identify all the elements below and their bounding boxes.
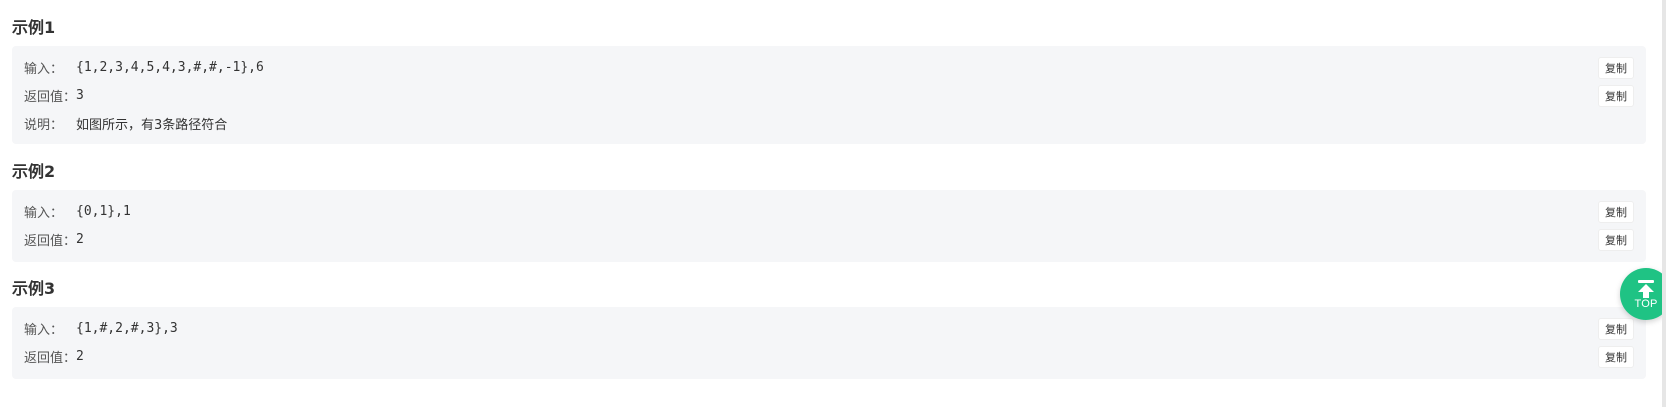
return-label: 返回值： (24, 89, 77, 105)
input-label: 输入： (24, 322, 64, 338)
copy-return-button[interactable]: 复制 (1598, 229, 1634, 251)
input-value: {1,#,2,#,3},3 (76, 320, 178, 336)
example-2-title: 示例2 (12, 162, 56, 181)
copy-return-button[interactable]: 复制 (1598, 85, 1634, 107)
copy-input-button[interactable]: 复制 (1598, 57, 1634, 79)
example-3-return-row: 返回值： 2 复制 (24, 341, 1646, 371)
return-value: 2 (76, 231, 84, 247)
input-label: 输入： (24, 205, 64, 221)
copy-input-button[interactable]: 复制 (1598, 201, 1634, 223)
example-1-input-row: 输入： {1,2,3,4,5,4,3,#,#,-1},6 复制 (24, 52, 1646, 82)
return-label: 返回值： (24, 350, 77, 366)
example-2-box: 输入： {0,1},1 复制 返回值： 2 复制 (12, 190, 1646, 262)
page: 示例1 输入： {1,2,3,4,5,4,3,#,#,-1},6 复制 返回值：… (0, 0, 1666, 407)
example-2-input-row: 输入： {0,1},1 复制 (24, 196, 1646, 226)
back-to-top-button[interactable]: TOP (1620, 268, 1666, 320)
copy-return-button[interactable]: 复制 (1598, 346, 1634, 368)
example-2-return-row: 返回值： 2 复制 (24, 224, 1646, 254)
explain-label: 说明： (24, 117, 64, 133)
copy-input-button[interactable]: 复制 (1598, 318, 1634, 340)
scrollbar-track[interactable] (1662, 0, 1666, 407)
explain-value: 如图所示，有3条路径符合 (76, 117, 228, 133)
input-value: {0,1},1 (76, 203, 131, 219)
example-1-return-row: 返回值： 3 复制 (24, 80, 1646, 110)
return-value: 2 (76, 348, 84, 364)
input-label: 输入： (24, 61, 64, 77)
example-1-box: 输入： {1,2,3,4,5,4,3,#,#,-1},6 复制 返回值： 3 复… (12, 46, 1646, 144)
example-3-title: 示例3 (12, 279, 56, 298)
back-to-top-label: TOP (1634, 297, 1658, 310)
input-value: {1,2,3,4,5,4,3,#,#,-1},6 (76, 59, 264, 75)
example-3-box: 输入： {1,#,2,#,3},3 复制 返回值： 2 复制 (12, 307, 1646, 379)
example-1-explain-row: 说明： 如图所示，有3条路径符合 (24, 108, 1646, 138)
arrow-up-to-top-icon (1638, 279, 1654, 298)
example-3-input-row: 输入： {1,#,2,#,3},3 复制 (24, 313, 1646, 343)
return-value: 3 (76, 87, 84, 103)
return-label: 返回值： (24, 233, 77, 249)
example-1-title: 示例1 (12, 18, 56, 37)
